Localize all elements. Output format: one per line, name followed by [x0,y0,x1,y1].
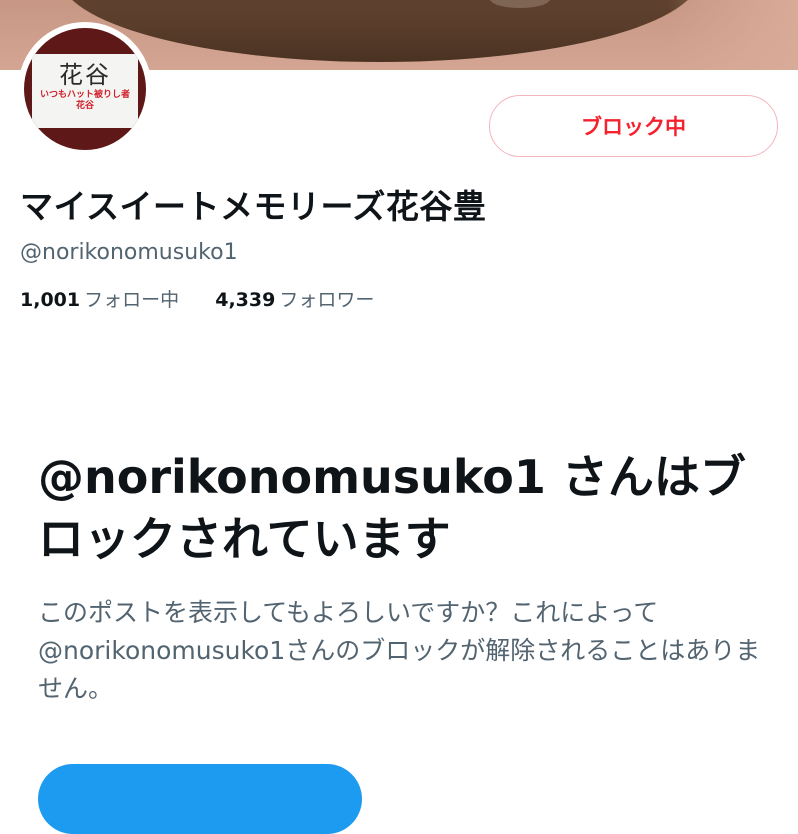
display-name: マイスイートメモリーズ花谷豊 [20,187,487,226]
avatar-tagline-1: いつもハット被りし者 [39,90,130,100]
view-posts-button[interactable] [38,764,362,834]
follow-stats: 1,001 フォロー中 4,339 フォロワー [20,285,374,312]
followers-link[interactable]: 4,339 フォロワー [215,289,374,311]
user-handle: @norikonomusuko1 [20,240,238,265]
banner-hat-image [60,0,700,62]
avatar-tagline-2: 花谷 [75,101,94,111]
following-label: フォロー中 [84,289,180,311]
following-link[interactable]: 1,001 フォロー中 [20,289,185,311]
followers-label: フォロワー [279,289,375,311]
blocked-notice-title: @norikonomusuko1 さんはブロックされています [38,450,746,566]
avatar-name-text: 花谷 [59,61,111,89]
avatar[interactable]: 花谷 いつもハット被りし者 花谷 [18,22,152,156]
blocking-button[interactable]: ブロック中 [489,95,778,157]
banner-background [668,0,798,70]
following-count: 1,001 [20,289,81,311]
avatar-image: 花谷 いつもハット被りし者 花谷 [24,28,146,150]
avatar-name-card: 花谷 いつもハット被りし者 花谷 [32,54,138,128]
followers-count: 4,339 [215,289,276,311]
blocked-notice-description: このポストを表示してもよろしいですか？これによって@norikonomusuko… [38,598,761,703]
